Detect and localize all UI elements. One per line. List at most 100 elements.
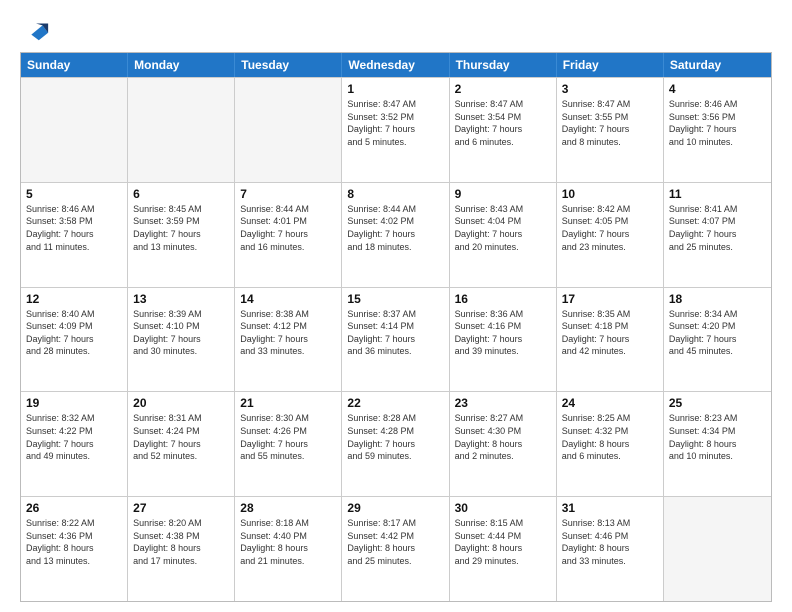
calendar-cell: 15 Sunrise: 8:37 AM Sunset: 4:14 PM Dayli… — [342, 288, 449, 392]
calendar-cell: 16Sunrise: 8:36 AM Sunset: 4:16 PM Dayli… — [450, 288, 557, 392]
calendar-cell: 7 Sunrise: 8:44 AM Sunset: 4:01 PM Daylig… — [235, 183, 342, 287]
cell-info: Sunrise: 8:17 AM Sunset: 4:42 PM Dayligh… — [347, 517, 443, 567]
calendar-cell: 14 Sunrise: 8:38 AM Sunset: 4:12 PM Dayli… — [235, 288, 342, 392]
calendar-cell: 23Sunrise: 8:27 AM Sunset: 4:30 PM Dayli… — [450, 392, 557, 496]
cell-date: 30 — [455, 501, 551, 515]
calendar-cell: 18 Sunrise: 8:34 AM Sunset: 4:20 PM Dayli… — [664, 288, 771, 392]
calendar-cell: 8 Sunrise: 8:44 AM Sunset: 4:02 PM Daylig… — [342, 183, 449, 287]
cell-date: 3 — [562, 82, 658, 96]
calendar-cell: 22 Sunrise: 8:28 AM Sunset: 4:28 PM Dayli… — [342, 392, 449, 496]
header-cell-wednesday: Wednesday — [342, 53, 449, 77]
cell-info: Sunrise: 8:43 AM Sunset: 4:04 PM Dayligh… — [455, 203, 551, 253]
calendar-cell: 27 Sunrise: 8:20 AM Sunset: 4:38 PM Dayli… — [128, 497, 235, 601]
calendar-cell: 31 Sunrise: 8:13 AM Sunset: 4:46 PM Dayli… — [557, 497, 664, 601]
cell-info: Sunrise: 8:38 AM Sunset: 4:12 PM Dayligh… — [240, 308, 336, 358]
calendar-cell: 13 Sunrise: 8:39 AM Sunset: 4:10 PM Dayli… — [128, 288, 235, 392]
cell-date: 1 — [347, 82, 443, 96]
cell-date: 17 — [562, 292, 658, 306]
cell-info: Sunrise: 8:47 AM Sunset: 3:52 PM Dayligh… — [347, 98, 443, 148]
calendar-body: 1 Sunrise: 8:47 AM Sunset: 3:52 PM Daylig… — [21, 77, 771, 601]
cell-date: 7 — [240, 187, 336, 201]
cell-info: Sunrise: 8:46 AM Sunset: 3:56 PM Dayligh… — [669, 98, 766, 148]
cell-date: 20 — [133, 396, 229, 410]
cell-info: Sunrise: 8:28 AM Sunset: 4:28 PM Dayligh… — [347, 412, 443, 462]
cell-info: Sunrise: 8:42 AM Sunset: 4:05 PM Dayligh… — [562, 203, 658, 253]
calendar-cell: 2 Sunrise: 8:47 AM Sunset: 3:54 PM Daylig… — [450, 78, 557, 182]
cell-date: 9 — [455, 187, 551, 201]
cell-date: 14 — [240, 292, 336, 306]
logo-icon — [22, 16, 50, 44]
cell-date: 4 — [669, 82, 766, 96]
calendar-cell: 30 Sunrise: 8:15 AM Sunset: 4:44 PM Dayli… — [450, 497, 557, 601]
calendar-cell: 6Sunrise: 8:45 AM Sunset: 3:59 PM Daylig… — [128, 183, 235, 287]
calendar-row-2: 5 Sunrise: 8:46 AM Sunset: 3:58 PM Daylig… — [21, 182, 771, 287]
cell-date: 26 — [26, 501, 122, 515]
cell-date: 22 — [347, 396, 443, 410]
cell-date: 11 — [669, 187, 766, 201]
calendar-cell: 10 Sunrise: 8:42 AM Sunset: 4:05 PM Dayli… — [557, 183, 664, 287]
cell-info: Sunrise: 8:39 AM Sunset: 4:10 PM Dayligh… — [133, 308, 229, 358]
cell-date: 19 — [26, 396, 122, 410]
cell-date: 16 — [455, 292, 551, 306]
cell-date: 28 — [240, 501, 336, 515]
header-cell-tuesday: Tuesday — [235, 53, 342, 77]
calendar-cell: 19 Sunrise: 8:32 AM Sunset: 4:22 PM Dayli… — [21, 392, 128, 496]
calendar-cell: 5 Sunrise: 8:46 AM Sunset: 3:58 PM Daylig… — [21, 183, 128, 287]
cell-date: 25 — [669, 396, 766, 410]
header-cell-thursday: Thursday — [450, 53, 557, 77]
cell-date: 6 — [133, 187, 229, 201]
calendar-row-1: 1 Sunrise: 8:47 AM Sunset: 3:52 PM Daylig… — [21, 77, 771, 182]
cell-info: Sunrise: 8:41 AM Sunset: 4:07 PM Dayligh… — [669, 203, 766, 253]
cell-info: Sunrise: 8:15 AM Sunset: 4:44 PM Dayligh… — [455, 517, 551, 567]
header-cell-monday: Monday — [128, 53, 235, 77]
header-cell-sunday: Sunday — [21, 53, 128, 77]
cell-info: Sunrise: 8:25 AM Sunset: 4:32 PM Dayligh… — [562, 412, 658, 462]
calendar-cell: 29 Sunrise: 8:17 AM Sunset: 4:42 PM Dayli… — [342, 497, 449, 601]
cell-info: Sunrise: 8:31 AM Sunset: 4:24 PM Dayligh… — [133, 412, 229, 462]
calendar-cell: 12 Sunrise: 8:40 AM Sunset: 4:09 PM Dayli… — [21, 288, 128, 392]
calendar-cell: 25 Sunrise: 8:23 AM Sunset: 4:34 PM Dayli… — [664, 392, 771, 496]
cell-date: 10 — [562, 187, 658, 201]
page: SundayMondayTuesdayWednesdayThursdayFrid… — [0, 0, 792, 612]
cell-info: Sunrise: 8:34 AM Sunset: 4:20 PM Dayligh… — [669, 308, 766, 358]
cell-info: Sunrise: 8:20 AM Sunset: 4:38 PM Dayligh… — [133, 517, 229, 567]
cell-info: Sunrise: 8:40 AM Sunset: 4:09 PM Dayligh… — [26, 308, 122, 358]
cell-date: 2 — [455, 82, 551, 96]
cell-date: 27 — [133, 501, 229, 515]
calendar-cell: 28 Sunrise: 8:18 AM Sunset: 4:40 PM Dayli… — [235, 497, 342, 601]
cell-date: 18 — [669, 292, 766, 306]
cell-date: 13 — [133, 292, 229, 306]
cell-info: Sunrise: 8:47 AM Sunset: 3:54 PM Dayligh… — [455, 98, 551, 148]
cell-info: Sunrise: 8:35 AM Sunset: 4:18 PM Dayligh… — [562, 308, 658, 358]
cell-info: Sunrise: 8:13 AM Sunset: 4:46 PM Dayligh… — [562, 517, 658, 567]
calendar-row-3: 12 Sunrise: 8:40 AM Sunset: 4:09 PM Dayli… — [21, 287, 771, 392]
cell-info: Sunrise: 8:46 AM Sunset: 3:58 PM Dayligh… — [26, 203, 122, 253]
cell-date: 31 — [562, 501, 658, 515]
calendar-cell — [21, 78, 128, 182]
calendar-cell: 3 Sunrise: 8:47 AM Sunset: 3:55 PM Daylig… — [557, 78, 664, 182]
cell-info: Sunrise: 8:27 AM Sunset: 4:30 PM Dayligh… — [455, 412, 551, 462]
calendar-header-row: SundayMondayTuesdayWednesdayThursdayFrid… — [21, 53, 771, 77]
cell-date: 21 — [240, 396, 336, 410]
cell-info: Sunrise: 8:18 AM Sunset: 4:40 PM Dayligh… — [240, 517, 336, 567]
cell-date: 12 — [26, 292, 122, 306]
calendar-row-5: 26Sunrise: 8:22 AM Sunset: 4:36 PM Dayli… — [21, 496, 771, 601]
calendar-row-4: 19 Sunrise: 8:32 AM Sunset: 4:22 PM Dayli… — [21, 391, 771, 496]
cell-date: 29 — [347, 501, 443, 515]
calendar-cell: 24Sunrise: 8:25 AM Sunset: 4:32 PM Dayli… — [557, 392, 664, 496]
cell-info: Sunrise: 8:44 AM Sunset: 4:02 PM Dayligh… — [347, 203, 443, 253]
cell-date: 8 — [347, 187, 443, 201]
calendar-cell: 1 Sunrise: 8:47 AM Sunset: 3:52 PM Daylig… — [342, 78, 449, 182]
header-cell-friday: Friday — [557, 53, 664, 77]
calendar-cell: 4 Sunrise: 8:46 AM Sunset: 3:56 PM Daylig… — [664, 78, 771, 182]
cell-info: Sunrise: 8:47 AM Sunset: 3:55 PM Dayligh… — [562, 98, 658, 148]
logo — [20, 16, 50, 44]
cell-info: Sunrise: 8:32 AM Sunset: 4:22 PM Dayligh… — [26, 412, 122, 462]
cell-date: 15 — [347, 292, 443, 306]
cell-info: Sunrise: 8:23 AM Sunset: 4:34 PM Dayligh… — [669, 412, 766, 462]
calendar-cell: 20 Sunrise: 8:31 AM Sunset: 4:24 PM Dayli… — [128, 392, 235, 496]
calendar-cell: 21Sunrise: 8:30 AM Sunset: 4:26 PM Dayli… — [235, 392, 342, 496]
cell-date: 5 — [26, 187, 122, 201]
cell-info: Sunrise: 8:44 AM Sunset: 4:01 PM Dayligh… — [240, 203, 336, 253]
cell-info: Sunrise: 8:37 AM Sunset: 4:14 PM Dayligh… — [347, 308, 443, 358]
